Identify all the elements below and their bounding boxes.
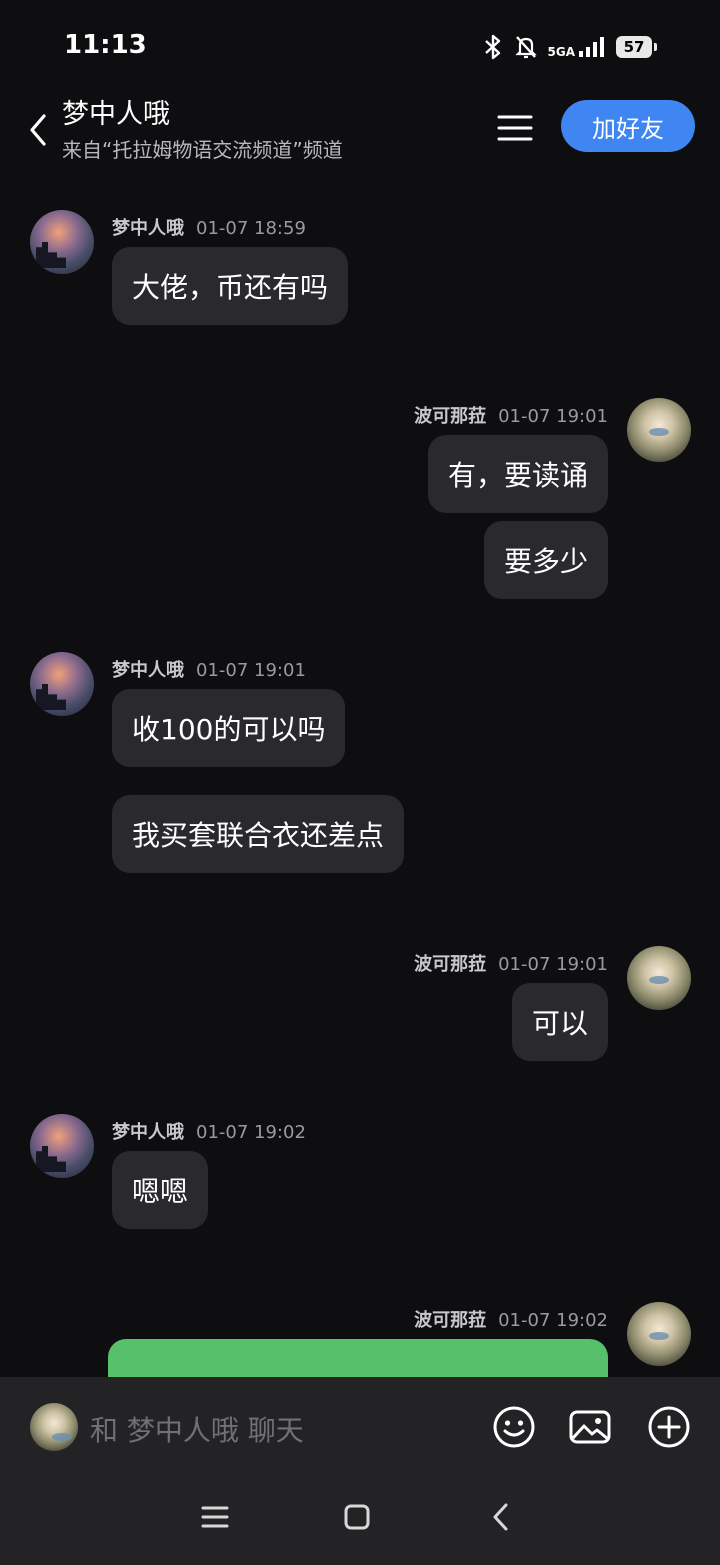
input-avatar <box>30 1403 78 1451</box>
message-bubble[interactable]: 有，要读诵 <box>427 435 608 513</box>
message-meta: 波可那菈 01-07 19:01 <box>414 950 608 976</box>
menu-icon[interactable] <box>496 110 534 146</box>
smiley-icon[interactable] <box>492 1405 536 1449</box>
sender-name: 波可那菈 <box>414 954 487 975</box>
battery-icon: 57 <box>616 36 657 58</box>
input-bar: 和 梦中人哦 聊天 <box>0 1377 720 1565</box>
transfer-card[interactable] <box>108 1339 608 1377</box>
network-indicator: 5GA <box>548 36 607 58</box>
contact-avatar[interactable] <box>30 652 94 716</box>
message-bubble[interactable]: 可以 <box>511 983 608 1061</box>
sender-name: 梦中人哦 <box>112 218 184 239</box>
status-time: 11:13 <box>64 30 147 60</box>
message-time: 01-07 19:02 <box>196 1122 306 1143</box>
contact-avatar[interactable] <box>30 210 94 274</box>
chat-title: 梦中人哦 <box>62 99 170 130</box>
message-time: 01-07 19:01 <box>196 660 306 681</box>
my-avatar[interactable] <box>627 398 691 462</box>
home-icon[interactable] <box>337 1497 377 1537</box>
sender-name: 梦中人哦 <box>112 660 184 681</box>
signal-icon <box>579 37 604 57</box>
message-meta: 梦中人哦 01-07 18:59 <box>112 214 306 240</box>
chat-header: 梦中人哦 来自“托拉姆物语交流频道”频道 加好友 <box>0 90 720 180</box>
sender-name: 波可那菈 <box>414 1310 487 1331</box>
message-bubble[interactable]: 大佬，币还有吗 <box>112 247 349 325</box>
mute-bell-icon <box>514 36 537 59</box>
network-type: 5GA <box>547 45 576 59</box>
message-bubble[interactable]: 嗯嗯 <box>112 1151 209 1229</box>
message-meta: 梦中人哦 01-07 19:01 <box>112 656 306 682</box>
message-time: 01-07 19:01 <box>498 954 608 975</box>
message-time: 01-07 19:01 <box>498 406 608 427</box>
chat-subtitle: 来自“托拉姆物语交流频道”频道 <box>62 138 343 162</box>
plus-circle-icon[interactable] <box>647 1405 691 1449</box>
my-avatar[interactable] <box>627 1302 691 1366</box>
message-meta: 波可那菈 01-07 19:01 <box>414 402 608 428</box>
status-bar: 11:13 5GA 57 <box>0 0 720 90</box>
message-bubble[interactable]: 我买套联合衣还差点 <box>112 795 405 873</box>
message-time: 01-07 19:02 <box>498 1310 608 1331</box>
message-meta: 梦中人哦 01-07 19:02 <box>112 1118 306 1144</box>
recent-apps-icon[interactable] <box>195 1497 235 1537</box>
bluetooth-icon <box>484 34 500 60</box>
message-input[interactable]: 和 梦中人哦 聊天 <box>90 1409 304 1449</box>
message-bubble[interactable]: 要多少 <box>483 521 608 599</box>
sender-name: 波可那菈 <box>414 406 487 427</box>
sender-name: 梦中人哦 <box>112 1122 184 1143</box>
back-nav-icon[interactable] <box>481 1497 521 1537</box>
my-avatar[interactable] <box>627 946 691 1010</box>
image-icon[interactable] <box>568 1405 612 1449</box>
message-time: 01-07 18:59 <box>196 218 306 239</box>
add-friend-button[interactable]: 加好友 <box>561 100 695 152</box>
back-icon[interactable] <box>24 110 54 150</box>
message-meta: 波可那菈 01-07 19:02 <box>414 1306 608 1332</box>
contact-avatar[interactable] <box>30 1114 94 1178</box>
status-icons: 5GA 57 <box>482 34 657 60</box>
message-bubble[interactable]: 收100的可以吗 <box>112 689 346 767</box>
